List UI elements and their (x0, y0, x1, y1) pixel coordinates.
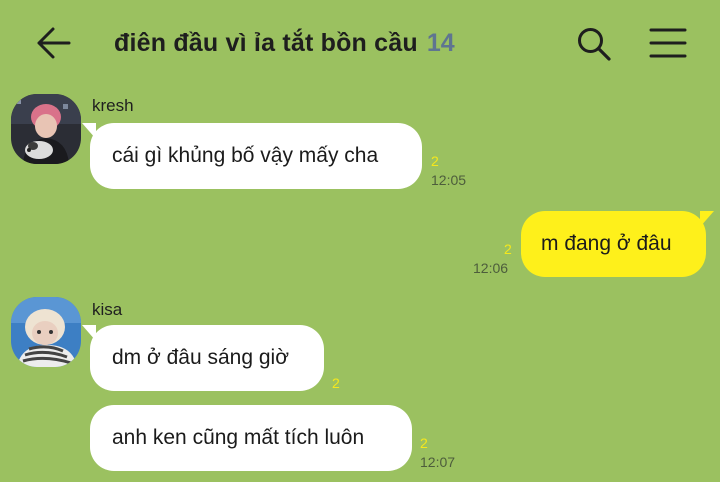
sender-name: kisa (92, 300, 123, 319)
unread-count: 2 (420, 435, 428, 451)
message-bubble[interactable]: anh ken cũng mất tích luôn (90, 405, 412, 471)
message-bubble[interactable]: dm ở đâu sáng giờ (82, 325, 324, 391)
menu-button[interactable] (649, 27, 687, 59)
message-text: cái gì khủng bố vậy mấy cha (112, 144, 379, 167)
message-bubble[interactable]: cái gì khủng bố vậy mấy cha (82, 123, 422, 189)
unread-count: 2 (431, 153, 439, 169)
chat-title: điên đầu vì ỉa tắt bồn cầu (114, 28, 418, 57)
member-count: 14 (426, 28, 455, 57)
avatar-photo (11, 297, 81, 367)
message-time: 12:06 (473, 260, 509, 276)
search-icon (578, 28, 611, 61)
chat-header: điên đầu vì ỉa tắt bồn cầu 14 (0, 0, 720, 86)
unread-count: 2 (504, 241, 512, 257)
message-time: 12:05 (431, 172, 467, 188)
back-button[interactable] (36, 26, 72, 60)
avatar-kresh[interactable] (11, 94, 81, 164)
unread-count: 2 (332, 375, 340, 391)
message-text: m đang ở đâu (541, 232, 672, 255)
message-bubble[interactable]: m đang ở đâu (521, 211, 714, 277)
avatar-photo (11, 94, 81, 164)
search-button[interactable] (576, 26, 612, 62)
arrow-left-icon (37, 27, 71, 59)
message-text: anh ken cũng mất tích luôn (112, 426, 365, 449)
hamburger-menu-icon (649, 28, 687, 58)
sender-name: kresh (92, 96, 134, 115)
avatar-kisa[interactable] (11, 297, 81, 367)
message-text: dm ở đâu sáng giờ (112, 346, 289, 369)
chat-title-group[interactable]: điên đầu vì ỉa tắt bồn cầu 14 (114, 26, 455, 60)
message-time: 12:07 (420, 454, 456, 470)
